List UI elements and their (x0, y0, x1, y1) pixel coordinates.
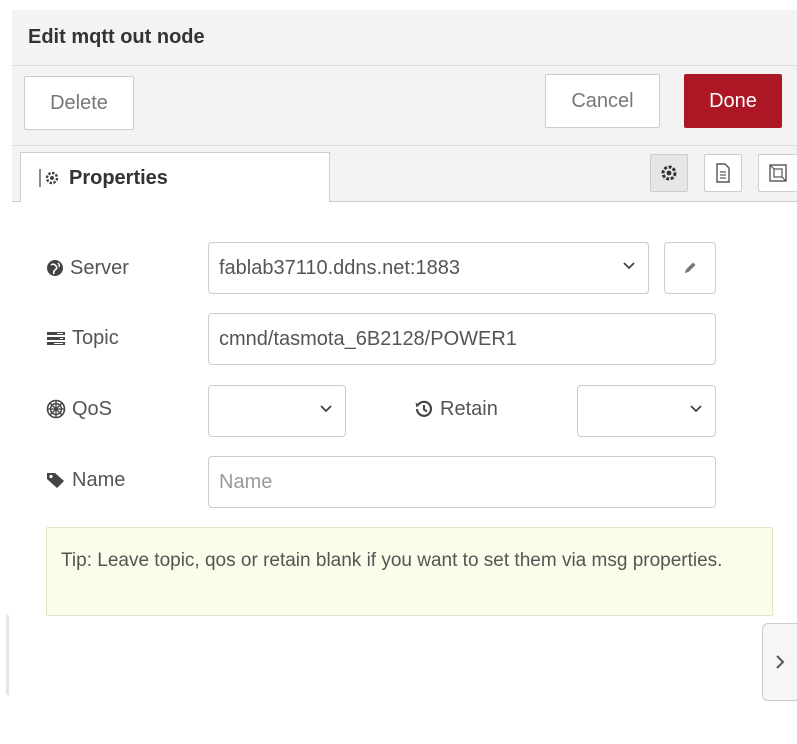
left-edge (0, 0, 12, 744)
server-select[interactable]: fablab37110.ddns.net:1883 (208, 242, 649, 294)
qos-select[interactable] (208, 385, 346, 437)
qos-label-text: QoS (72, 397, 113, 420)
left-scroll-indicator (6, 615, 9, 695)
edit-tray: Edit mqtt out node Delete Cancel Done Pr… (12, 10, 797, 744)
appearance-tab-button[interactable] (758, 154, 797, 192)
layout-icon (769, 164, 787, 182)
name-input[interactable]: Name (208, 456, 716, 508)
retain-label: Retain (414, 397, 498, 421)
server-value: fablab37110.ddns.net:1883 (219, 256, 460, 279)
pencil-icon (685, 262, 696, 273)
name-label-text: Name (72, 468, 126, 491)
server-label: Server (46, 256, 129, 280)
tray-toolbar: Delete Cancel Done (12, 66, 797, 146)
server-label-text: Server (70, 256, 129, 279)
chevron-down-icon (690, 405, 702, 413)
tasks-icon (47, 332, 65, 345)
gear-icon (39, 169, 59, 187)
tab-bar: Properties (12, 146, 797, 203)
chevron-right-icon (776, 655, 785, 669)
topic-label-text: Topic (72, 326, 119, 349)
topic-input[interactable]: cmnd/tasmota_6B2128/POWER1 (208, 313, 716, 365)
description-tab-button[interactable] (704, 154, 742, 192)
globe-icon (47, 260, 63, 276)
edit-server-button[interactable] (664, 242, 716, 294)
document-icon (716, 163, 730, 183)
topic-label: Topic (46, 326, 119, 350)
name-placeholder: Name (219, 470, 273, 493)
tab-properties[interactable]: Properties (20, 152, 330, 203)
cancel-button[interactable]: Cancel (545, 74, 660, 128)
done-button[interactable]: Done (684, 74, 782, 128)
sidebar-toggle-button[interactable] (762, 623, 797, 701)
tray-title: Edit mqtt out node (28, 26, 205, 48)
tip-text: Tip: Leave topic, qos or retain blank if… (61, 550, 723, 571)
delete-button[interactable]: Delete (24, 76, 134, 130)
tray-header: Edit mqtt out node (12, 10, 797, 66)
history-icon (415, 400, 433, 417)
settings-tab-button[interactable] (650, 154, 688, 192)
qos-label: QoS (46, 397, 112, 421)
chevron-down-icon (623, 262, 635, 270)
retain-label-text: Retain (440, 397, 498, 420)
tag-icon (47, 473, 64, 488)
retain-select[interactable] (577, 385, 716, 437)
empire-icon (46, 399, 66, 419)
properties-panel: Server fablab37110.ddns.net:1883 Topic c… (12, 202, 797, 744)
topic-value: cmnd/tasmota_6B2128/POWER1 (219, 327, 517, 350)
gear-icon (661, 165, 677, 181)
tab-properties-label: Properties (69, 166, 168, 189)
chevron-down-icon (320, 405, 332, 413)
name-label: Name (46, 468, 125, 492)
tip-box: Tip: Leave topic, qos or retain blank if… (46, 527, 773, 616)
